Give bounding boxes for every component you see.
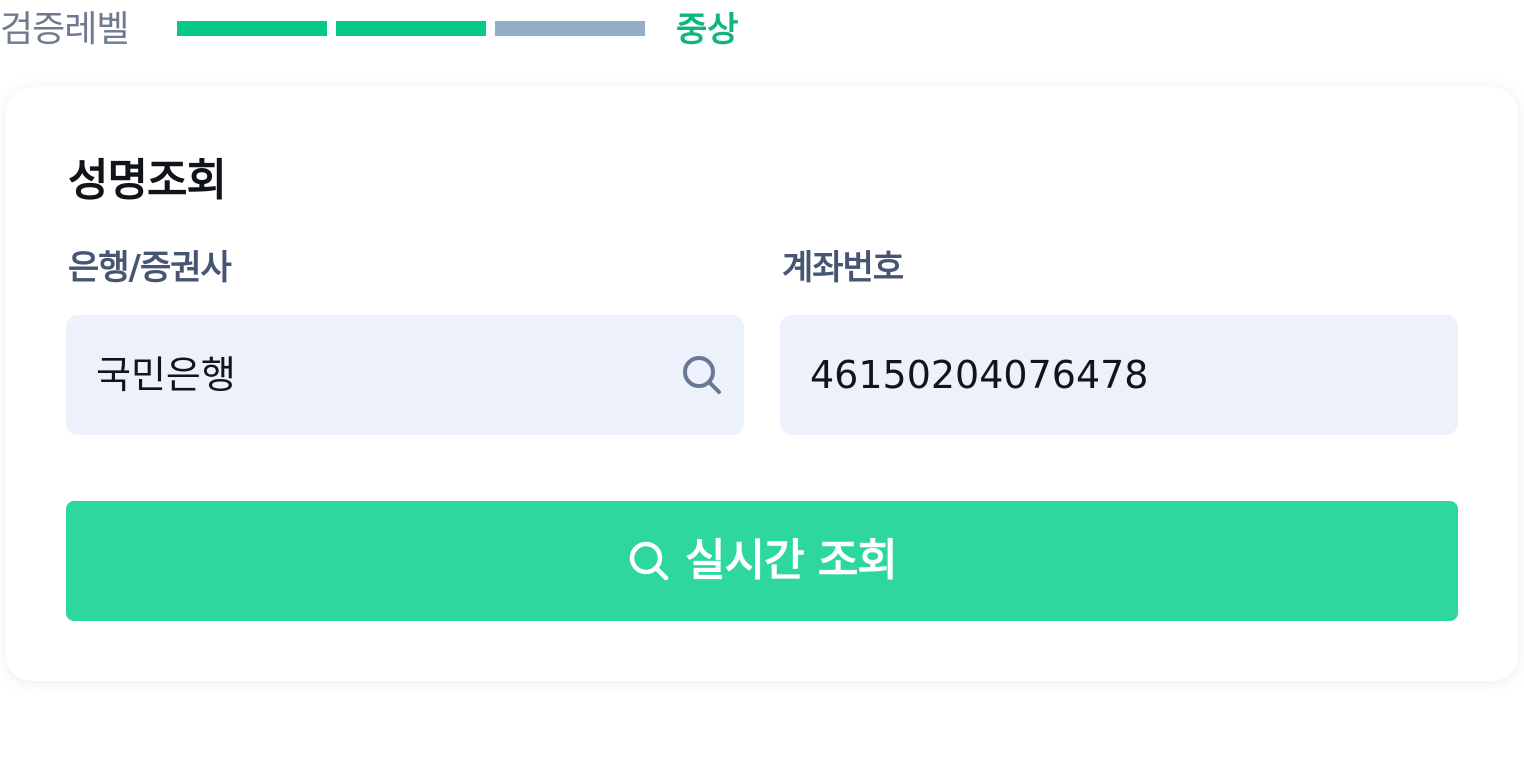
account-field-label: 계좌번호 bbox=[782, 248, 904, 288]
realtime-inquiry-label: 실시간 조회 bbox=[685, 535, 898, 586]
search-icon bbox=[629, 541, 669, 581]
realtime-inquiry-button[interactable]: 실시간 조회 bbox=[66, 501, 1458, 621]
realtime-inquiry-button-content: 실시간 조회 bbox=[66, 501, 1458, 621]
verification-level-label: 검증레벨 bbox=[0, 9, 129, 50]
card-title: 성명조회 bbox=[68, 155, 227, 206]
level-segment-3 bbox=[495, 21, 645, 36]
bank-field-label: 은행/증권사 bbox=[68, 248, 232, 288]
name-inquiry-card: 성명조회 은행/증권사 국민은행 계좌번호 46150204076478 실시간… bbox=[6, 87, 1518, 681]
account-number-input[interactable]: 46150204076478 bbox=[780, 315, 1458, 435]
verification-level-value: 중상 bbox=[676, 10, 739, 50]
bank-field-value: 국민은행 bbox=[96, 353, 236, 397]
bank-select-field[interactable]: 국민은행 bbox=[66, 315, 744, 435]
level-segment-1 bbox=[177, 21, 327, 36]
account-field-value: 46150204076478 bbox=[810, 353, 1149, 397]
verification-level-row: 검증레벨 중상 bbox=[0, 0, 1524, 60]
search-icon[interactable] bbox=[680, 353, 724, 397]
level-segment-2 bbox=[336, 21, 486, 36]
